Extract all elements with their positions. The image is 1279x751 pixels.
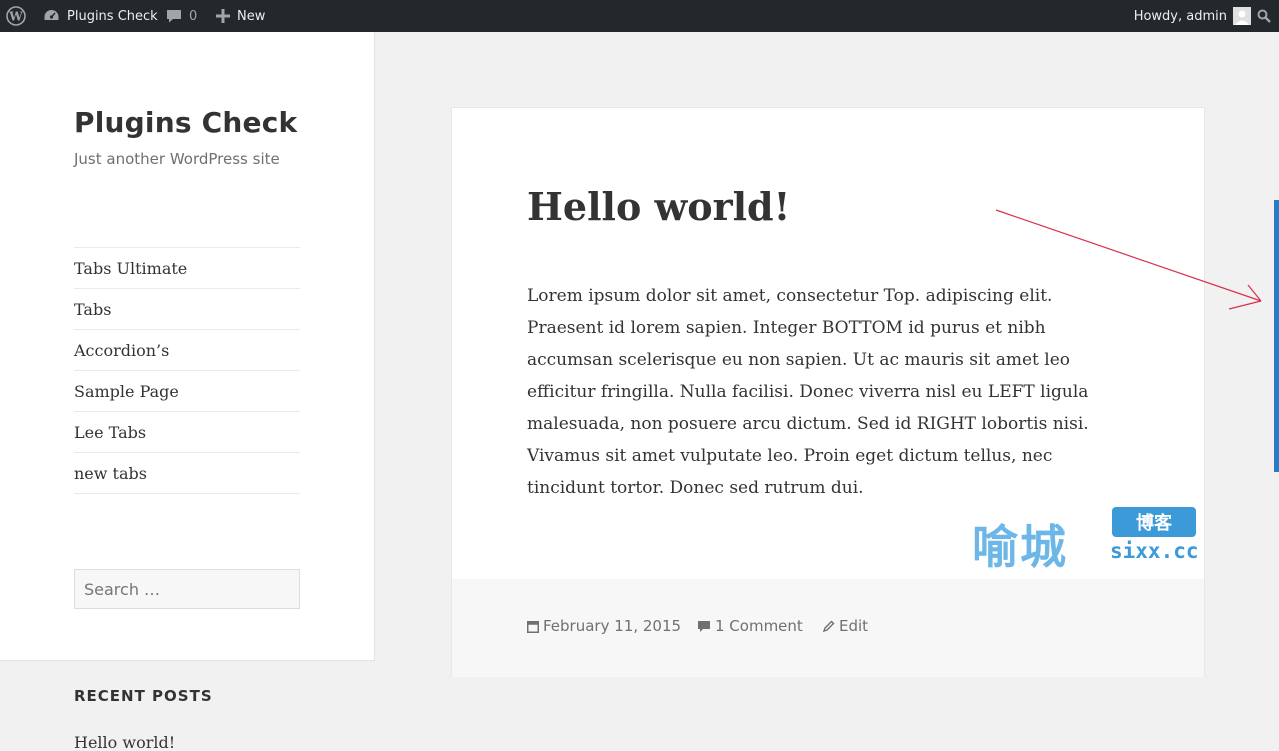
menu-item-tabs-ultimate[interactable]: Tabs Ultimate <box>74 248 300 289</box>
post-footer: February 11, 2015 1 Comment Edit <box>452 579 1204 677</box>
comment-icon <box>697 620 711 633</box>
post-article: Hello world! Lorem ipsum dolor sit amet,… <box>451 107 1205 677</box>
menu-item-sample-page[interactable]: Sample Page <box>74 371 300 412</box>
recent-posts-heading: RECENT POSTS <box>74 687 213 705</box>
plus-icon <box>216 9 230 23</box>
wordpress-icon: W <box>6 6 26 26</box>
site-description: Just another WordPress site <box>74 150 280 168</box>
watermark-logo: 喻城 博客 sixx.cc <box>972 505 1200 574</box>
watermark-badge: 博客 <box>1112 507 1196 537</box>
search-input[interactable] <box>74 569 300 609</box>
dashboard-icon <box>43 8 60 24</box>
primary-menu: Tabs Ultimate Tabs Accordion’s Sample Pa… <box>74 247 300 494</box>
site-name-label: Plugins Check <box>67 8 158 24</box>
new-label: New <box>237 8 266 24</box>
menu-item-tabs[interactable]: Tabs <box>74 289 300 330</box>
site-name-link[interactable]: Plugins Check <box>43 0 158 32</box>
watermark-chinese: 喻城 <box>972 520 1068 574</box>
comment-count: 0 <box>189 8 198 24</box>
post-date-link[interactable]: February 11, 2015 <box>527 617 681 635</box>
post-comments-link[interactable]: 1 Comment <box>697 617 803 635</box>
post-comments-count: 1 Comment <box>715 617 803 635</box>
howdy-label: Howdy, admin <box>1133 8 1227 24</box>
watermark-domain: sixx.cc <box>1110 539 1199 563</box>
adminbar-search-button[interactable] <box>1257 0 1271 32</box>
menu-item-lee-tabs[interactable]: Lee Tabs <box>74 412 300 453</box>
scrollbar-thumb[interactable] <box>1274 200 1279 472</box>
post-edit-label: Edit <box>839 617 869 635</box>
recent-post-link[interactable]: Hello world! <box>74 733 175 751</box>
wordpress-logo-button[interactable]: W <box>6 0 26 32</box>
new-content-button[interactable]: New <box>216 0 265 32</box>
post-title[interactable]: Hello world! <box>527 184 790 229</box>
calendar-icon <box>527 620 539 633</box>
post-date: February 11, 2015 <box>543 617 682 635</box>
menu-item-accordions[interactable]: Accordion’s <box>74 330 300 371</box>
search-icon <box>1257 9 1271 23</box>
comment-bubble-icon <box>166 8 182 24</box>
annotation-arrow <box>995 209 1262 310</box>
site-title[interactable]: Plugins Check <box>74 106 297 139</box>
pencil-icon <box>823 620 835 632</box>
post-edit-link[interactable]: Edit <box>823 617 868 635</box>
admin-bar: W Plugins Check 0 New Howdy, admin <box>0 0 1279 32</box>
my-account-menu[interactable]: Howdy, admin <box>1134 0 1251 32</box>
comments-link[interactable]: 0 <box>166 0 197 32</box>
svg-text:W: W <box>8 10 23 24</box>
avatar <box>1233 7 1251 25</box>
menu-item-new-tabs[interactable]: new tabs <box>74 453 300 494</box>
